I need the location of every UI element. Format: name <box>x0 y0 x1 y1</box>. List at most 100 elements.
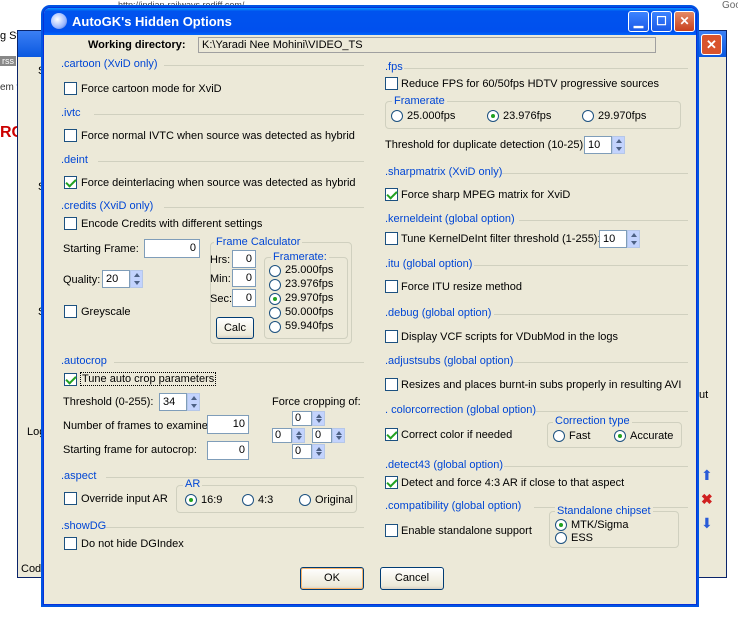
delete-icon[interactable]: ✖ <box>701 491 713 508</box>
background-close-icon[interactable]: ✕ <box>701 34 722 55</box>
colorcorrection-checkbox[interactable] <box>385 428 398 441</box>
ivtc-checkbox[interactable] <box>64 129 77 142</box>
crop-top-spinner[interactable] <box>312 411 325 426</box>
fps-section-title: .fps <box>385 61 403 73</box>
chipset-ess-radio[interactable] <box>555 532 567 544</box>
override-ar-label: Override input AR <box>81 493 168 505</box>
debug-checkbox[interactable] <box>385 330 398 343</box>
up-arrow-icon[interactable]: ⬆ <box>701 467 713 484</box>
frames-to-examine-input[interactable]: 10 <box>207 415 249 434</box>
autocrop-start-frame-input[interactable]: 0 <box>207 441 249 460</box>
fps-radio-25[interactable] <box>391 110 403 122</box>
adjustsubs-label: Resizes and places burnt-in subs properl… <box>401 379 682 391</box>
ar-title: AR <box>183 478 203 490</box>
crop-left-spinner[interactable] <box>292 428 305 443</box>
kerneldeint-checkbox[interactable] <box>385 232 398 245</box>
correction-option-label: Fast <box>569 430 591 442</box>
tune-autocrop-checkbox[interactable] <box>64 373 77 386</box>
fps-radio-2997[interactable] <box>582 110 594 122</box>
quality-input[interactable]: 20 <box>102 270 130 288</box>
sharpmatrix-checkbox[interactable] <box>385 188 398 201</box>
sharpmatrix-section-title: .sharpmatrix (XviD only) <box>385 166 503 178</box>
compatibility-section-title: .compatibility (global option) <box>385 500 522 512</box>
force-cropping-label: Force cropping of: <box>272 396 361 408</box>
greyscale-checkbox[interactable] <box>64 305 77 318</box>
starting-frame-input[interactable]: 0 <box>144 239 200 258</box>
sec-input[interactable]: 0 <box>232 289 256 307</box>
duplicate-threshold-input[interactable]: 10 <box>584 136 612 154</box>
sec-label: Sec: <box>210 293 233 305</box>
maximize-icon[interactable]: ☐ <box>651 11 672 32</box>
correction-accurate-radio[interactable] <box>614 430 626 442</box>
showdg-checkbox[interactable] <box>64 537 77 550</box>
starting-frame-label: Starting Frame: <box>63 243 139 255</box>
colorcorrection-label: Correct color if needed <box>401 429 513 441</box>
reduce-fps-label: Reduce FPS for 60/50fps HDTV progressive… <box>401 78 660 90</box>
dialog-titlebar[interactable]: AutoGK's Hidden Options ▁ ☐ ✕ <box>44 8 696 35</box>
encode-credits-label: Encode Credits with different settings <box>81 218 263 230</box>
calc-button[interactable]: Calc <box>216 317 254 339</box>
override-ar-checkbox[interactable] <box>64 492 77 505</box>
autocrop-threshold-input[interactable]: 34 <box>159 393 187 411</box>
minimize-icon[interactable]: ▁ <box>628 11 649 32</box>
calc-fps-radio-50[interactable] <box>269 307 281 319</box>
aspect-section-title: .aspect <box>61 470 97 482</box>
standalone-chipset-title: Standalone chipset <box>555 505 653 517</box>
quality-spinner[interactable] <box>130 270 143 288</box>
calc-fps-radio-2997[interactable] <box>269 293 281 305</box>
calc-fps-radio-5994[interactable] <box>269 321 281 333</box>
encode-credits-checkbox[interactable] <box>64 217 77 230</box>
app-icon <box>51 13 67 29</box>
dialog-title: AutoGK's Hidden Options <box>72 14 232 29</box>
standalone-support-checkbox[interactable] <box>385 524 398 537</box>
ar-radio-16-9[interactable] <box>185 494 197 506</box>
deint-checkbox[interactable] <box>64 176 77 189</box>
cartoon-checkbox[interactable] <box>64 82 77 95</box>
fps-option-label: 25.000fps <box>407 110 456 122</box>
close-icon[interactable]: ✕ <box>674 11 695 32</box>
reduce-fps-checkbox[interactable] <box>385 77 398 90</box>
ivtc-label: Force normal IVTC when source was detect… <box>81 130 355 142</box>
crop-left-input[interactable]: 0 <box>272 428 292 443</box>
working-directory-field: K:\Yaradi Nee Mohini\VIDEO_TS <box>198 37 656 53</box>
calc-fps-radio-25[interactable] <box>269 265 281 277</box>
debug-section-title: .debug (global option) <box>385 307 492 319</box>
duplicate-threshold-spinner[interactable] <box>612 136 625 154</box>
min-input[interactable]: 0 <box>232 269 256 287</box>
debug-label: Display VCF scripts for VDubMod in the l… <box>401 331 619 343</box>
correction-fast-radio[interactable] <box>553 430 565 442</box>
background-right-fragment: ut <box>699 389 709 401</box>
fps-radio-23976[interactable] <box>487 110 499 122</box>
duplicate-threshold-label: Threshold for duplicate detection (10-25… <box>385 139 587 151</box>
itu-checkbox[interactable] <box>385 280 398 293</box>
background-right-fragment-top: Goo <box>722 0 738 11</box>
chipset-option-label: MTK/Sigma <box>571 519 629 531</box>
ar-radio-original[interactable] <box>299 494 311 506</box>
autocrop-start-frame-label: Starting frame for autocrop: <box>63 444 197 456</box>
detect43-checkbox[interactable] <box>385 476 398 489</box>
crop-right-input[interactable]: 0 <box>312 428 332 443</box>
min-label: Min: <box>210 273 231 285</box>
detect43-section-title: .detect43 (global option) <box>385 459 504 471</box>
down-arrow-icon[interactable]: ⬇ <box>701 515 713 532</box>
ok-button[interactable]: OK <box>300 567 364 590</box>
kerneldeint-input[interactable]: 10 <box>599 230 627 248</box>
hrs-label: Hrs: <box>210 254 231 266</box>
hidden-options-dialog: AutoGK's Hidden Options ▁ ☐ ✕ Working di… <box>43 7 697 605</box>
autocrop-section-title: .autocrop <box>61 355 107 367</box>
ar-radio-4-3[interactable] <box>242 494 254 506</box>
deint-label: Force deinterlacing when source was dete… <box>81 177 356 189</box>
correction-type-title: Correction type <box>553 415 632 427</box>
autocrop-threshold-spinner[interactable] <box>187 393 200 411</box>
chipset-mtk-radio[interactable] <box>555 519 567 531</box>
crop-bottom-spinner[interactable] <box>312 444 325 459</box>
hrs-input[interactable]: 0 <box>232 250 256 268</box>
itu-label: Force ITU resize method <box>401 281 523 293</box>
kerneldeint-spinner[interactable] <box>627 230 640 248</box>
adjustsubs-checkbox[interactable] <box>385 378 398 391</box>
calc-fps-radio-23976[interactable] <box>269 279 281 291</box>
crop-right-spinner[interactable] <box>332 428 345 443</box>
cancel-button[interactable]: Cancel <box>380 567 444 590</box>
crop-top-input[interactable]: 0 <box>292 411 312 426</box>
crop-bottom-input[interactable]: 0 <box>292 444 312 459</box>
